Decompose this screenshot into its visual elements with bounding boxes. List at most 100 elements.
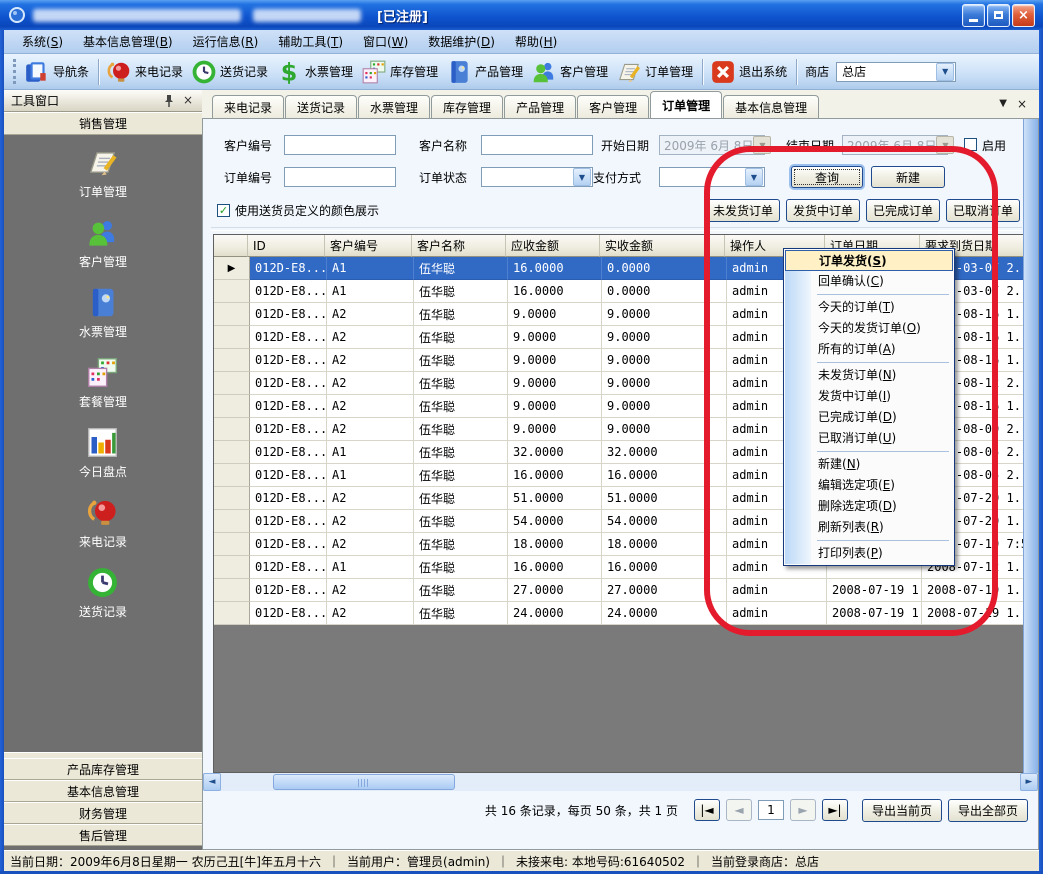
context-menu-item-10[interactable]: 已取消订单(U) — [785, 428, 953, 449]
tab-7[interactable]: 基本信息管理 — [723, 95, 819, 118]
tab-close-icon[interactable]: × — [1017, 97, 1027, 111]
context-menu-item-5[interactable]: 所有的订单(A) — [785, 339, 953, 360]
table-row[interactable]: 012D-E8...A2伍华聪27.000027.0000admin2008-0… — [214, 579, 1024, 602]
row-header-cell[interactable] — [214, 303, 250, 326]
status-filter-button-3[interactable]: 已取消订单 — [946, 199, 1020, 222]
column-header-3[interactable]: 应收金额 — [506, 235, 600, 257]
row-header-cell[interactable] — [214, 349, 250, 372]
toolbar-button-3[interactable]: $水票管理 — [273, 57, 358, 87]
vertical-scrollbar[interactable] — [1023, 119, 1038, 773]
context-menu-item-0[interactable]: 订单发货(S) — [785, 250, 953, 271]
scrollbar-thumb[interactable] — [273, 774, 455, 790]
tab-1[interactable]: 送货记录 — [285, 95, 357, 118]
scroll-right-icon[interactable]: ► — [1020, 773, 1038, 791]
row-header-cell[interactable] — [214, 326, 250, 349]
menu-item-4[interactable]: 窗口(W) — [353, 30, 418, 53]
status-filter-button-2[interactable]: 已完成订单 — [866, 199, 940, 222]
next-page-button[interactable]: ► — [790, 799, 816, 821]
context-menu-item-9[interactable]: 已完成订单(D) — [785, 407, 953, 428]
new-button[interactable]: 新建 — [871, 166, 945, 188]
tab-3[interactable]: 库存管理 — [431, 95, 503, 118]
close-icon[interactable]: × — [183, 94, 195, 108]
pin-icon[interactable] — [163, 94, 175, 108]
pay-method-select[interactable]: ▼ — [659, 167, 765, 187]
maximize-icon[interactable] — [987, 4, 1010, 27]
row-header-cell[interactable] — [214, 487, 250, 510]
sidebar-item-3[interactable]: 套餐管理 — [79, 356, 127, 410]
sidebar-item-2[interactable]: 水票管理 — [79, 286, 127, 340]
sidebar-group-0[interactable]: 产品库存管理 — [4, 758, 202, 780]
enable-checkbox[interactable] — [964, 138, 977, 151]
toolbar-button-6[interactable]: 客户管理 — [528, 57, 613, 87]
tab-4[interactable]: 产品管理 — [504, 95, 576, 118]
menu-item-6[interactable]: 帮助(H) — [505, 30, 567, 53]
tab-0[interactable]: 来电记录 — [212, 95, 284, 118]
toolbar-button-4[interactable]: 库存管理 — [358, 57, 443, 87]
color-checkbox[interactable]: ✓ — [217, 204, 230, 217]
row-header-cell[interactable] — [214, 418, 250, 441]
sidebar-item-1[interactable]: 客户管理 — [79, 216, 127, 270]
context-menu-item-17[interactable]: 打印列表(P) — [785, 543, 953, 564]
menu-item-1[interactable]: 基本信息管理(B) — [73, 30, 183, 53]
context-menu-item-1[interactable]: 回单确认(C) — [785, 271, 953, 292]
order-no-input[interactable] — [284, 167, 396, 187]
sidebar-group-3[interactable]: 售后管理 — [4, 824, 202, 846]
context-menu-item-4[interactable]: 今天的发货订单(O) — [785, 318, 953, 339]
scroll-left-icon[interactable]: ◄ — [203, 773, 221, 791]
toolbar-button-5[interactable]: 产品管理 — [443, 57, 528, 87]
sidebar-group-1[interactable]: 基本信息管理 — [4, 780, 202, 802]
sidebar-item-4[interactable]: 今日盘点 — [79, 426, 127, 480]
page-number-input[interactable]: 1 — [758, 800, 784, 820]
row-header-cell[interactable] — [214, 280, 250, 303]
customer-no-input[interactable] — [284, 135, 396, 155]
toolbar-grip[interactable] — [13, 59, 16, 84]
menu-item-2[interactable]: 运行信息(R) — [183, 30, 269, 53]
table-row[interactable]: 012D-E8...A2伍华聪24.000024.0000admin2008-0… — [214, 602, 1024, 625]
row-header-cell[interactable] — [214, 510, 250, 533]
sidebar-item-0[interactable]: 订单管理 — [79, 146, 127, 200]
export-current-page-button[interactable]: 导出当前页 — [862, 799, 942, 822]
column-header-4[interactable]: 实收金额 — [600, 235, 725, 257]
column-header-1[interactable]: 客户编号 — [325, 235, 412, 257]
customer-name-input[interactable] — [481, 135, 593, 155]
row-header-cell[interactable] — [214, 395, 250, 418]
context-menu-item-15[interactable]: 刷新列表(R) — [785, 517, 953, 538]
toolbar-button-1[interactable]: 来电记录 — [103, 57, 188, 87]
horizontal-scrollbar[interactable]: ◄ ► — [203, 773, 1038, 791]
context-menu-item-3[interactable]: 今天的订单(T) — [785, 297, 953, 318]
toolbar-button-2[interactable]: 送货记录 — [188, 57, 273, 87]
row-header-cell[interactable]: ▶ — [214, 257, 250, 280]
status-filter-button-1[interactable]: 发货中订单 — [786, 199, 860, 222]
toolbar-button-8[interactable]: 退出系统 — [707, 57, 792, 87]
context-menu-item-7[interactable]: 未发货订单(N) — [785, 365, 953, 386]
tab-list-dropdown-icon[interactable]: ▼ — [999, 99, 1007, 109]
start-date-picker[interactable]: 2009年 6月 8日▼ — [659, 135, 765, 155]
row-header-cell[interactable] — [214, 441, 250, 464]
minimize-icon[interactable] — [962, 4, 985, 27]
toolbar-button-7[interactable]: 订单管理 — [613, 57, 698, 87]
order-status-select[interactable]: ▼ — [481, 167, 593, 187]
first-page-button[interactable]: |◄ — [694, 799, 720, 821]
menu-item-5[interactable]: 数据维护(D) — [418, 30, 505, 53]
tab-5[interactable]: 客户管理 — [577, 95, 649, 118]
export-all-pages-button[interactable]: 导出全部页 — [948, 799, 1028, 822]
end-date-picker[interactable]: 2009年 6月 8日▼ — [842, 135, 948, 155]
row-header-cell[interactable] — [214, 602, 250, 625]
prev-page-button[interactable]: ◄ — [726, 799, 752, 821]
store-select[interactable]: 总店▼ — [836, 62, 956, 82]
menu-item-0[interactable]: 系统(S) — [12, 30, 73, 53]
row-header-cell[interactable] — [214, 372, 250, 395]
row-header-cell[interactable] — [214, 533, 250, 556]
sidebar-section-sales[interactable]: 销售管理 — [4, 112, 202, 135]
sidebar-item-6[interactable]: 送货记录 — [79, 566, 127, 620]
status-filter-button-0[interactable]: 未发货订单 — [706, 199, 780, 222]
tab-2[interactable]: 水票管理 — [358, 95, 430, 118]
menu-item-3[interactable]: 辅助工具(T) — [268, 30, 353, 53]
sidebar-item-5[interactable]: 来电记录 — [79, 496, 127, 550]
tab-6[interactable]: 订单管理 — [650, 91, 722, 118]
sidebar-group-2[interactable]: 财务管理 — [4, 802, 202, 824]
context-menu-item-14[interactable]: 删除选定项(D) — [785, 496, 953, 517]
column-header-2[interactable]: 客户名称 — [412, 235, 506, 257]
close-icon[interactable]: × — [1012, 4, 1035, 27]
context-menu-item-8[interactable]: 发货中订单(I) — [785, 386, 953, 407]
